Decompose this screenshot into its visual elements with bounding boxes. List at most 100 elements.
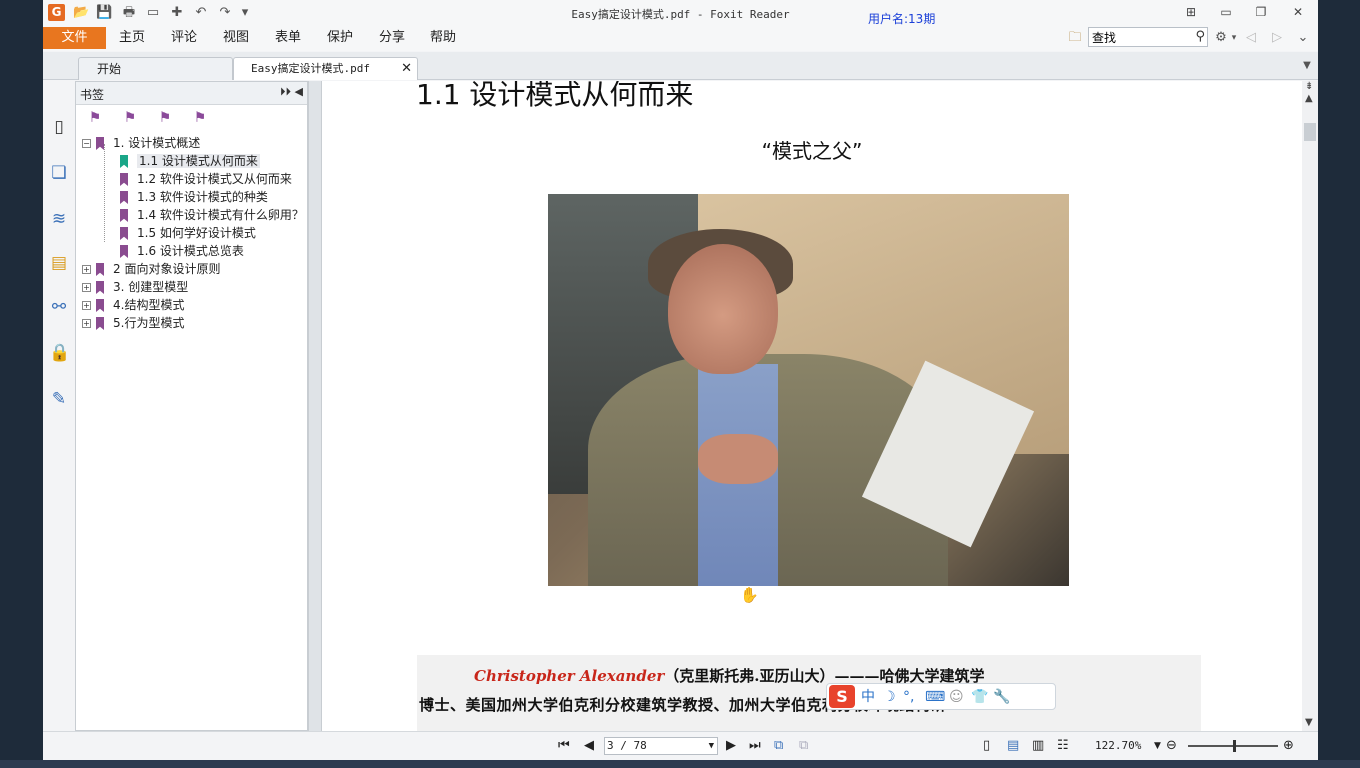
pages-icon[interactable]: ❏ <box>49 163 69 183</box>
next-view-button-icon[interactable]: ⧉ <box>799 738 808 754</box>
split-view-icon[interactable]: ⇟ <box>1305 81 1313 92</box>
status-bar: ⏮ ◀ 3 / 78 ▼ ▶ ⏭ ⧉ ⧉ ▯ ▤ ▥ ☷ 122.70% ▼ ⊖ … <box>43 731 1318 760</box>
bookmark-flag-icon <box>96 263 104 276</box>
menu-comment[interactable]: 评论 <box>171 27 197 49</box>
previous-page-icon[interactable]: ◀ <box>584 738 594 754</box>
collapse-icon[interactable]: − <box>82 139 91 148</box>
navigation-strip: ▯ ❏ ≋ ▤ ⚯ 🔒 ✎ <box>43 81 75 731</box>
panel-splitter[interactable] <box>308 81 322 731</box>
menu-file[interactable]: 文件 <box>43 27 106 49</box>
expand-icon[interactable]: + <box>82 319 91 328</box>
menu-share[interactable]: 分享 <box>379 27 405 49</box>
panel-collapse-icon[interactable]: ⏵⏵ ◀ <box>280 85 303 99</box>
expand-icon[interactable]: + <box>82 301 91 310</box>
panel-header: 书签 ⏵⏵ ◀ <box>76 82 307 105</box>
bookmark-item[interactable]: +3. 创建型模型 <box>82 278 188 296</box>
page-thumbnail-icon[interactable]: ▯ <box>49 117 69 137</box>
tab-start[interactable]: 开始 <box>78 57 233 80</box>
settings-dropdown-icon[interactable]: ▾ <box>1226 30 1242 46</box>
bookmark-item[interactable]: +5.行为型模式 <box>82 314 184 332</box>
ime-keyboard-icon[interactable]: ⌨ <box>925 687 945 707</box>
next-page-icon[interactable]: ▶ <box>726 738 736 754</box>
menu-bar: 文件 主页 评论 视图 表单 保护 分享 帮助 🗀 ⚲ ⚙ ▾ ◁ ▷ ⌄ <box>43 27 1318 51</box>
bookmark-item[interactable]: 1.2 软件设计模式又从何而来 <box>120 170 292 188</box>
search-box[interactable]: ⚲ <box>1088 27 1208 47</box>
ribbon-display-icon[interactable]: ⊞ <box>1181 3 1201 21</box>
bookmark-item[interactable]: 1.1 设计模式从何而来 <box>120 152 260 170</box>
attachments-icon[interactable]: ⚯ <box>49 297 69 317</box>
ime-skin-icon[interactable]: 👕 <box>971 687 988 707</box>
minimize-button[interactable]: ▭ <box>1216 3 1236 21</box>
tab-document[interactable]: Easy搞定设计模式.pdf ✕ <box>233 57 418 80</box>
username-label: 用户名:13期 <box>868 12 936 26</box>
search-icon[interactable]: ⚲ <box>1195 29 1205 44</box>
ime-toolbar[interactable]: S 中 ☽ °, ⌨ ☺ 👕 🔧 <box>826 683 1056 710</box>
ime-moon-icon[interactable]: ☽ <box>883 687 896 707</box>
bookmark-label: 2 面向对象设计原则 <box>113 262 221 276</box>
zoom-dropdown-icon[interactable]: ▼ <box>1154 738 1161 754</box>
bookmark-item[interactable]: 1.6 设计模式总览表 <box>120 242 244 260</box>
zoom-out-icon[interactable]: ⊖ <box>1166 738 1177 754</box>
expand-icon[interactable]: + <box>82 265 91 274</box>
bookmark-flag-icon <box>120 173 128 186</box>
ime-user-icon[interactable]: ☺ <box>949 687 964 707</box>
caption-box: Christopher Alexander（克里斯托弗.亚历山大）———哈佛大学… <box>417 655 1201 731</box>
add-bookmark-icon[interactable]: ⚑ <box>121 110 139 126</box>
zoom-in-icon[interactable]: ⊕ <box>1283 738 1294 754</box>
comments-icon[interactable]: ▤ <box>49 253 69 273</box>
tab-list-icon[interactable]: ▼ <box>1299 58 1315 74</box>
bookmark-item[interactable]: 1.4 软件设计模式有什么卵用？ <box>120 206 304 224</box>
find-bookmark-icon[interactable]: ⚑ <box>191 110 209 126</box>
bookmark-flag-icon <box>120 245 128 258</box>
menu-view[interactable]: 视图 <box>223 27 249 49</box>
layers-icon[interactable]: ≋ <box>49 209 69 229</box>
menu-help[interactable]: 帮助 <box>430 27 456 49</box>
page-number-value: 3 / 78 <box>607 739 647 752</box>
bookmark-label: 4.结构型模式 <box>113 298 185 312</box>
expand-icon[interactable]: + <box>82 283 91 292</box>
delete-bookmark-icon[interactable]: ⚑ <box>86 110 104 126</box>
collapse-ribbon-icon[interactable]: ⌄ <box>1295 30 1311 46</box>
document-view[interactable]: 1.1 设计模式从何而来 “模式之父” ✋ Christopher Alexan… <box>322 81 1302 731</box>
continuous-facing-icon[interactable]: ☷ <box>1057 738 1069 754</box>
move-bookmark-icon[interactable]: ⚑ <box>156 110 174 126</box>
ime-tools-icon[interactable]: 🔧 <box>993 687 1010 707</box>
page-dropdown-icon[interactable]: ▼ <box>709 738 714 754</box>
scroll-down-icon[interactable]: ▼ <box>1305 717 1313 728</box>
scroll-up-icon[interactable]: ▲ <box>1305 93 1313 104</box>
os-taskbar <box>0 760 1360 768</box>
single-page-icon[interactable]: ▯ <box>983 738 990 754</box>
first-page-icon[interactable]: ⏮ <box>558 738 570 754</box>
bookmark-item[interactable]: − 1. 设计模式概述 <box>82 134 200 152</box>
page-number-input[interactable]: 3 / 78 ▼ <box>604 737 718 755</box>
search-input[interactable] <box>1089 28 1187 46</box>
bookmark-item[interactable]: +2 面向对象设计原则 <box>82 260 220 278</box>
portrait-photo <box>548 194 1069 586</box>
bookmark-item[interactable]: +4.结构型模式 <box>82 296 184 314</box>
menu-home[interactable]: 主页 <box>119 27 145 49</box>
security-icon[interactable]: 🔒 <box>49 343 70 363</box>
menu-form[interactable]: 表单 <box>275 27 301 49</box>
close-button[interactable]: ✕ <box>1288 3 1308 21</box>
zoom-slider-thumb[interactable] <box>1233 740 1236 752</box>
vertical-scrollbar[interactable]: ⇟ ▲ ▼ <box>1302 81 1318 731</box>
ime-mode[interactable]: 中 <box>861 687 875 707</box>
find-folder-icon[interactable]: 🗀 <box>1067 30 1083 46</box>
previous-view-icon[interactable]: ◁ <box>1243 30 1259 46</box>
zoom-value[interactable]: 122.70% <box>1095 739 1141 752</box>
ime-punctuation-icon[interactable]: °, <box>903 687 914 707</box>
next-view-icon[interactable]: ▷ <box>1269 30 1285 46</box>
restore-button[interactable]: ❐ <box>1251 3 1271 21</box>
continuous-page-icon[interactable]: ▤ <box>1007 738 1019 754</box>
bookmark-item[interactable]: 1.3 软件设计模式的种类 <box>120 188 268 206</box>
previous-view-button-icon[interactable]: ⧉ <box>774 738 783 754</box>
signature-icon[interactable]: ✎ <box>49 389 69 409</box>
menu-protect[interactable]: 保护 <box>327 27 353 49</box>
last-page-icon[interactable]: ⏭ <box>749 738 761 754</box>
close-tab-icon[interactable]: ✕ <box>401 58 412 80</box>
scroll-thumb[interactable] <box>1304 123 1316 141</box>
facing-pages-icon[interactable]: ▥ <box>1032 738 1044 754</box>
bookmark-item[interactable]: 1.5 如何学好设计模式 <box>120 224 256 242</box>
bookmark-label: 1.1 设计模式从何而来 <box>137 154 260 168</box>
sogou-logo-icon[interactable]: S <box>829 685 855 708</box>
